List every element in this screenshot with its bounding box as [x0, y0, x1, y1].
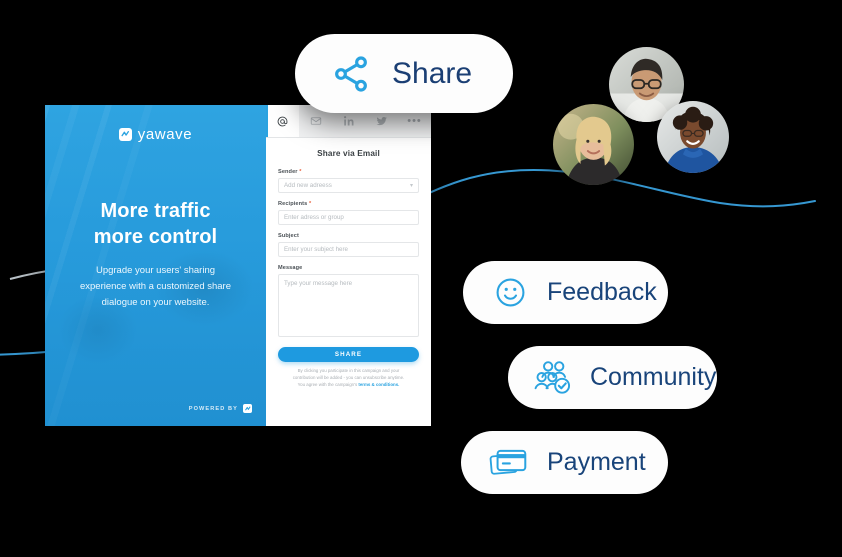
hero-headline-line1: More traffic: [100, 200, 211, 222]
pill-community-label: Community: [590, 363, 717, 391]
share-nodes-icon: [335, 55, 367, 92]
pill-share-label: Share: [392, 56, 473, 90]
yawave-logo-icon: [243, 404, 252, 413]
smiley-face-icon: [496, 278, 525, 307]
pill-share[interactable]: Share: [295, 34, 513, 113]
brand-logo: yawave: [118, 126, 193, 143]
subject-placeholder: Enter your subject here: [284, 246, 348, 253]
form-title: Share via Email: [317, 149, 380, 158]
hero-headline-line2: more control: [93, 225, 218, 248]
sender-placeholder: Add new adreess: [284, 182, 332, 189]
pill-payment-label: Payment: [547, 448, 646, 476]
disclaimer-line-2: contribution will be added - you can uns…: [292, 374, 405, 380]
avatar-photo: [553, 104, 634, 185]
required-marker: *: [307, 201, 312, 207]
pill-payment[interactable]: Payment: [461, 431, 668, 494]
pill-feedback[interactable]: Feedback: [463, 261, 668, 324]
at-sign-icon: [277, 116, 288, 126]
disclaimer-text: By clicking you participate in this camp…: [278, 368, 419, 388]
message-label: Message: [278, 265, 303, 271]
avatar-woman-blonde: [553, 104, 634, 185]
message-placeholder: Type your message here: [284, 280, 353, 287]
powered-by-label: POWERED BY: [188, 405, 238, 412]
twitter-bird-icon: [376, 116, 387, 125]
pill-community[interactable]: Community: [508, 346, 717, 409]
sender-select[interactable]: Add new adreess ▾: [278, 178, 419, 193]
share-submit-button[interactable]: SHARE: [278, 347, 419, 362]
recipients-input[interactable]: Enter adress or group: [278, 210, 419, 225]
hero-subtitle: Upgrade your users' sharing experience w…: [79, 265, 232, 308]
campaign-hero-panel: yawave More traffic more control Upgrade…: [45, 105, 266, 426]
disclaimer-line-3-prefix: You agree with the campaign's: [297, 381, 359, 387]
sender-label-text: Sender: [278, 169, 298, 175]
pill-feedback-label: Feedback: [547, 278, 657, 306]
recipients-label-text: Recipients: [278, 201, 308, 207]
brand-name: yawave: [137, 126, 193, 143]
recipients-label: Recipients *: [278, 201, 419, 207]
sender-label: Sender *: [278, 169, 419, 175]
avatar-woman-blue-top: [657, 101, 729, 173]
disclaimer-line-3: You agree with the campaign's terms & co…: [278, 382, 419, 389]
email-share-form: Share via Email Sender * Add new adreess…: [266, 138, 431, 426]
subject-input[interactable]: Enter your subject here: [278, 242, 419, 257]
chevron-down-icon: ▾: [409, 183, 413, 189]
linkedin-icon: [343, 116, 353, 126]
message-textarea[interactable]: Type your message here: [278, 274, 419, 337]
users-check-icon: [534, 360, 571, 394]
hero-headline: More traffic more control: [94, 199, 217, 250]
subject-label: Subject: [278, 233, 299, 239]
tab-email-at[interactable]: [266, 105, 299, 137]
envelope-icon: [310, 117, 321, 125]
required-marker: *: [297, 169, 302, 175]
terms-and-conditions-link[interactable]: terms & conditions.: [358, 382, 399, 387]
share-form-pane: ••• Share via Email Sender * Add new adr…: [266, 105, 431, 426]
promo-illustration: yawave More traffic more control Upgrade…: [0, 0, 842, 557]
avatar-photo: [657, 101, 729, 173]
ellipsis-icon: •••: [407, 114, 422, 127]
yawave-logo-icon: [118, 128, 132, 141]
powered-by-badge: POWERED BY: [189, 404, 252, 413]
share-dialogue-card: yawave More traffic more control Upgrade…: [45, 105, 431, 426]
disclaimer-line-1: By clicking you participate in this camp…: [297, 368, 400, 373]
credit-cards-icon: [489, 449, 527, 475]
recipients-placeholder: Enter adress or group: [284, 214, 344, 221]
